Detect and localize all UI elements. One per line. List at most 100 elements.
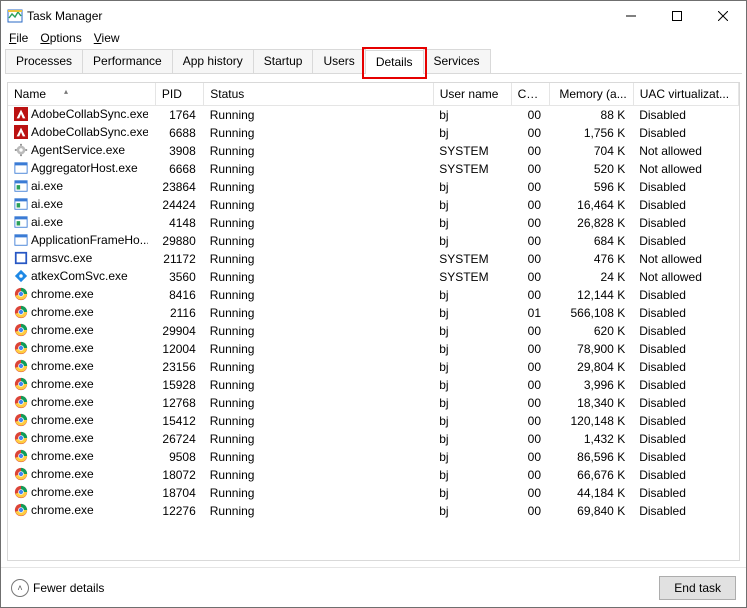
table-row[interactable]: AgentService.exe3908RunningSYSTEM00704 K… [8, 142, 739, 160]
column-header-memory[interactable]: Memory (a... [549, 83, 633, 106]
table-row[interactable]: AggregatorHost.exe6668RunningSYSTEM00520… [8, 160, 739, 178]
table-row[interactable]: chrome.exe8416Runningbj0012,144 KDisable… [8, 286, 739, 304]
process-uac: Disabled [633, 304, 738, 322]
tab-users[interactable]: Users [312, 49, 365, 73]
process-table: Name▴ PID Status User name CPU Memory (a… [8, 83, 739, 520]
table-row[interactable]: ApplicationFrameHo...29880Runningbj00684… [8, 232, 739, 250]
process-memory: 26,828 K [549, 214, 633, 232]
table-row[interactable]: AdobeCollabSync.exe1764Runningbj0088 KDi… [8, 106, 739, 124]
process-name: ai.exe [31, 197, 63, 211]
process-status: Running [204, 286, 433, 304]
column-header-cpu[interactable]: CPU [511, 83, 549, 106]
process-status: Running [204, 358, 433, 376]
process-uac: Disabled [633, 448, 738, 466]
menubar: File Options View [1, 31, 746, 49]
column-header-pid[interactable]: PID [155, 83, 203, 106]
tab-processes[interactable]: Processes [5, 49, 83, 73]
table-row[interactable]: atkexComSvc.exe3560RunningSYSTEM0024 KNo… [8, 268, 739, 286]
process-table-container[interactable]: Name▴ PID Status User name CPU Memory (a… [7, 82, 740, 561]
process-cpu: 01 [511, 304, 549, 322]
tab-app-history[interactable]: App history [172, 49, 254, 73]
column-header-uac[interactable]: UAC virtualizat... [633, 83, 738, 106]
table-row[interactable]: chrome.exe9508Runningbj0086,596 KDisable… [8, 448, 739, 466]
process-cpu: 00 [511, 214, 549, 232]
table-row[interactable]: chrome.exe12276Runningbj0069,840 KDisabl… [8, 502, 739, 520]
table-row[interactable]: chrome.exe29904Runningbj00620 KDisabled [8, 322, 739, 340]
tab-details[interactable]: Details [365, 50, 424, 74]
process-status: Running [204, 376, 433, 394]
process-user: bj [433, 214, 511, 232]
end-task-button[interactable]: End task [659, 576, 736, 600]
process-memory: 24 K [549, 268, 633, 286]
column-header-user[interactable]: User name [433, 83, 511, 106]
menu-file[interactable]: File [9, 31, 28, 45]
column-header-status[interactable]: Status [204, 83, 433, 106]
process-icon [14, 341, 28, 355]
window-title: Task Manager [27, 9, 102, 23]
tab-services[interactable]: Services [423, 49, 491, 73]
process-status: Running [204, 250, 433, 268]
process-icon [14, 359, 28, 373]
process-memory: 684 K [549, 232, 633, 250]
menu-options[interactable]: Options [40, 31, 81, 45]
process-icon [14, 431, 28, 445]
table-row[interactable]: chrome.exe23156Runningbj0029,804 KDisabl… [8, 358, 739, 376]
process-memory: 1,432 K [549, 430, 633, 448]
table-row[interactable]: AdobeCollabSync.exe6688Runningbj001,756 … [8, 124, 739, 142]
maximize-button[interactable] [654, 1, 700, 31]
process-icon [14, 179, 28, 193]
close-button[interactable] [700, 1, 746, 31]
tab-startup[interactable]: Startup [253, 49, 314, 73]
process-pid: 3908 [155, 142, 203, 160]
table-row[interactable]: chrome.exe18072Runningbj0066,676 KDisabl… [8, 466, 739, 484]
table-row[interactable]: ai.exe24424Runningbj0016,464 KDisabled [8, 196, 739, 214]
process-cpu: 00 [511, 178, 549, 196]
process-status: Running [204, 394, 433, 412]
process-icon [14, 251, 28, 265]
table-row[interactable]: chrome.exe12004Runningbj0078,900 KDisabl… [8, 340, 739, 358]
process-name: AggregatorHost.exe [31, 161, 138, 175]
footer-bar: ˄ Fewer details End task [1, 567, 746, 607]
process-icon [14, 323, 28, 337]
table-row[interactable]: chrome.exe12768Runningbj0018,340 KDisabl… [8, 394, 739, 412]
process-name: chrome.exe [31, 449, 94, 463]
process-user: bj [433, 376, 511, 394]
table-row[interactable]: ai.exe4148Runningbj0026,828 KDisabled [8, 214, 739, 232]
process-name: atkexComSvc.exe [31, 269, 128, 283]
task-manager-window: Task Manager File Options View Processes… [0, 0, 747, 608]
process-name: chrome.exe [31, 485, 94, 499]
table-row[interactable]: chrome.exe26724Runningbj001,432 KDisable… [8, 430, 739, 448]
table-row[interactable]: chrome.exe15412Runningbj00120,148 KDisab… [8, 412, 739, 430]
process-status: Running [204, 502, 433, 520]
table-row[interactable]: armsvc.exe21172RunningSYSTEM00476 KNot a… [8, 250, 739, 268]
process-name: chrome.exe [31, 377, 94, 391]
table-row[interactable]: chrome.exe15928Runningbj003,996 KDisable… [8, 376, 739, 394]
process-status: Running [204, 178, 433, 196]
menu-view[interactable]: View [94, 31, 120, 45]
process-name: chrome.exe [31, 359, 94, 373]
process-name: chrome.exe [31, 323, 94, 337]
fewer-details-button[interactable]: ˄ Fewer details [11, 579, 104, 597]
process-memory: 120,148 K [549, 412, 633, 430]
process-pid: 23156 [155, 358, 203, 376]
process-status: Running [204, 214, 433, 232]
process-icon [14, 413, 28, 427]
process-icon [14, 215, 28, 229]
process-status: Running [204, 142, 433, 160]
process-memory: 86,596 K [549, 448, 633, 466]
process-name: chrome.exe [31, 467, 94, 481]
column-header-name[interactable]: Name▴ [8, 83, 155, 106]
process-status: Running [204, 106, 433, 124]
process-memory: 566,108 K [549, 304, 633, 322]
minimize-button[interactable] [608, 1, 654, 31]
table-row[interactable]: ai.exe23864Runningbj00596 KDisabled [8, 178, 739, 196]
tab-performance[interactable]: Performance [82, 49, 173, 73]
process-uac: Disabled [633, 412, 738, 430]
table-row[interactable]: chrome.exe18704Runningbj0044,184 KDisabl… [8, 484, 739, 502]
process-cpu: 00 [511, 394, 549, 412]
process-memory: 16,464 K [549, 196, 633, 214]
table-row[interactable]: chrome.exe2116Runningbj01566,108 KDisabl… [8, 304, 739, 322]
process-cpu: 00 [511, 322, 549, 340]
process-icon [14, 503, 28, 517]
process-icon [14, 467, 28, 481]
